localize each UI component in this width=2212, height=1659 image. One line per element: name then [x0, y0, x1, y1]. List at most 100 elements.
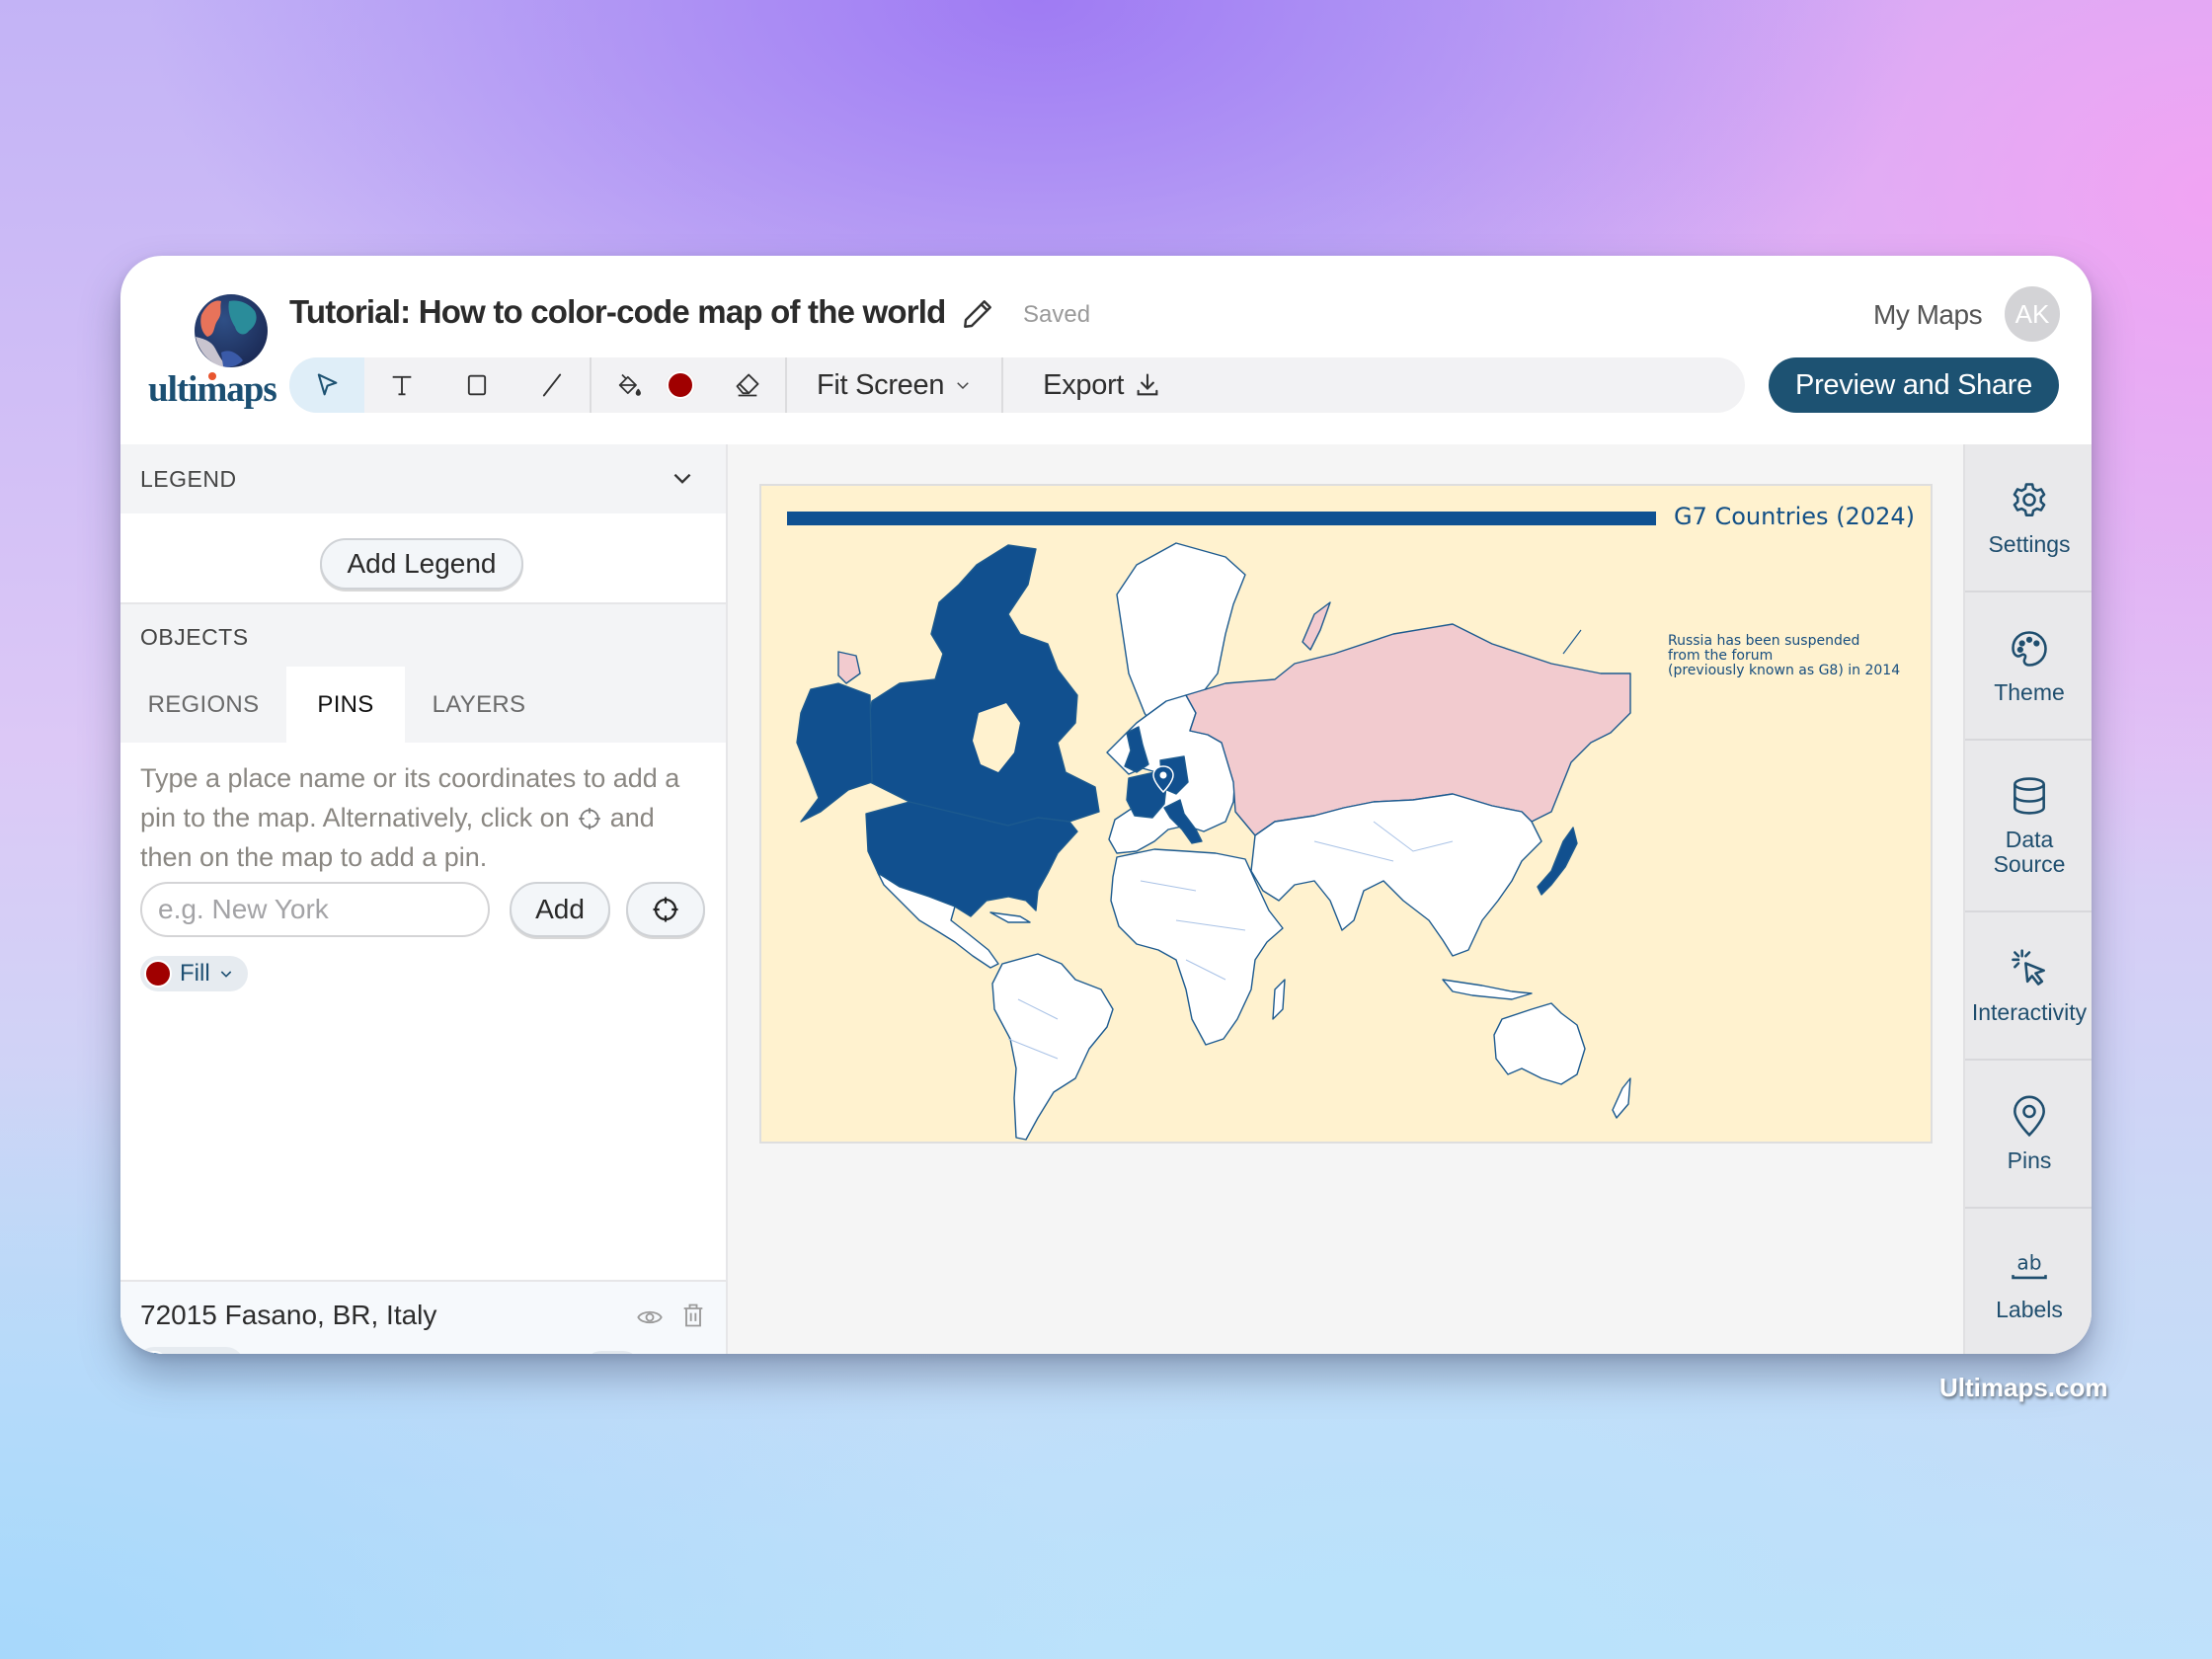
rail-interactivity-button[interactable]: Interactivity [1965, 912, 2092, 1061]
globe-logo-icon [195, 294, 268, 367]
svg-text:ab: ab [2016, 1250, 2041, 1274]
zoom-fit-label: Fit Screen [817, 368, 945, 401]
rail-labels-label: Labels [1996, 1296, 2063, 1322]
color-picker-button[interactable] [657, 357, 704, 413]
chevron-down-icon [957, 382, 969, 390]
pick-on-map-button[interactable] [626, 882, 705, 937]
my-maps-link[interactable]: My Maps [1873, 299, 1983, 331]
region-japan[interactable] [1537, 827, 1578, 896]
style-label: Fill [176, 1351, 206, 1354]
region-australia[interactable] [1493, 1002, 1586, 1085]
export-label: Export [1043, 368, 1125, 401]
map-preview[interactable]: G7 Countries (2024) Russia has been susp… [759, 484, 1933, 1144]
style-label: Fill [180, 960, 210, 987]
eraser-icon [736, 373, 759, 397]
pin-list-item[interactable]: 72015 Fasano, BR, Italy Fill ab [120, 1280, 726, 1354]
pin-color-swatch [144, 960, 172, 988]
rail-settings-button[interactable]: Settings [1965, 444, 2092, 592]
document-title[interactable]: Tutorial: How to color-code map of the w… [289, 293, 946, 331]
watermark-text: Ultimaps.com [1939, 1373, 2108, 1402]
trash-delete-icon[interactable] [679, 1302, 707, 1329]
click-cursor-icon[interactable] [675, 1353, 703, 1354]
legend-header-label: LEGEND [140, 466, 237, 492]
add-legend-button[interactable]: Add Legend [320, 538, 523, 590]
text-icon [392, 375, 412, 396]
rail-settings-label: Settings [1988, 530, 2071, 557]
rail-labels-button[interactable]: ab Labels [1965, 1209, 2092, 1354]
editor-toolbar: Fit Screen Export [289, 357, 1745, 413]
crosshair-icon [579, 808, 601, 830]
color-swatch [667, 371, 694, 399]
tab-regions[interactable]: REGIONS [120, 667, 286, 743]
new-pin-style-dropdown[interactable]: Fill [140, 956, 248, 991]
rail-theme-button[interactable]: Theme [1965, 592, 2092, 741]
legend-section-header[interactable]: LEGEND [120, 444, 726, 514]
eraser-tool-button[interactable] [710, 357, 785, 413]
gear-icon [2013, 482, 2046, 516]
region-alaska[interactable] [796, 682, 873, 823]
user-avatar[interactable]: AK [2005, 286, 2060, 342]
annotation-leader-line [1562, 629, 1582, 655]
pin-style-dropdown[interactable]: Fill [136, 1347, 244, 1354]
region-south-america[interactable] [991, 953, 1114, 1141]
download-icon [1137, 373, 1158, 396]
rail-interactivity-label: Interactivity [1971, 998, 2088, 1025]
map-title[interactable]: G7 Countries (2024) [1674, 503, 1915, 530]
world-map[interactable] [761, 486, 1931, 1142]
pin-location-input[interactable] [140, 882, 490, 937]
select-tool-button[interactable] [289, 357, 364, 413]
rail-data-source-label: Data Source [1993, 827, 2066, 877]
objects-tabs: REGIONS PINS LAYERS [120, 667, 726, 743]
save-status: Saved [1023, 301, 1091, 328]
ultimaps-logo[interactable]: ultimaps [148, 291, 277, 420]
line-icon [542, 373, 562, 397]
region-asia-other[interactable] [1250, 793, 1542, 957]
preview-and-share-button[interactable]: Preview and Share [1769, 357, 2059, 413]
objects-header-label: OBJECTS [140, 624, 249, 650]
objects-panel: LEGEND Add Legend OBJECTS REGIONS PINS L… [120, 444, 728, 1354]
map-canvas-area[interactable]: G7 Countries (2024) Russia has been susp… [728, 444, 1963, 1354]
labels-ab-icon: ab [2012, 1250, 2047, 1279]
pencil-edit-icon[interactable] [960, 296, 995, 332]
fill-tool-button[interactable] [601, 357, 657, 413]
region-russia-chukotka[interactable] [837, 651, 861, 684]
toolbar-divider [590, 357, 592, 413]
pin-name: 72015 Fasano, BR, Italy [140, 1300, 437, 1330]
rail-theme-label: Theme [1994, 678, 2065, 705]
rectangle-tool-button[interactable] [439, 357, 514, 413]
region-caribbean[interactable] [989, 911, 1031, 923]
paint-bucket-icon [618, 373, 641, 396]
tab-layers[interactable]: LAYERS [405, 667, 553, 743]
crosshair-icon [653, 897, 678, 922]
logo-dot [208, 372, 216, 380]
zoom-fit-dropdown[interactable]: Fit Screen [787, 357, 1001, 413]
pin-label-toggle[interactable]: ab [585, 1351, 640, 1354]
tab-pins[interactable]: PINS [286, 667, 405, 743]
objects-section-header: OBJECTS [120, 602, 726, 668]
map-annotation-text[interactable]: Russia has been suspended from the forum… [1668, 634, 1900, 678]
region-russia-islands[interactable] [1302, 601, 1331, 651]
pointer-icon [317, 373, 338, 396]
line-tool-button[interactable] [514, 357, 590, 413]
region-canada[interactable] [863, 544, 1100, 827]
click-cursor-icon [2012, 948, 2045, 986]
map-pin-center [1159, 771, 1167, 779]
map-title-bar [787, 512, 1656, 525]
chevron-down-icon[interactable] [670, 466, 695, 492]
region-indonesia[interactable] [1442, 979, 1533, 1000]
pins-help-text: Type a place name or its coordinates to … [140, 758, 713, 877]
pin-color-swatch [140, 1351, 168, 1354]
region-new-zealand[interactable] [1612, 1077, 1631, 1119]
region-madagascar[interactable] [1272, 979, 1286, 1020]
text-tool-button[interactable] [364, 357, 439, 413]
export-button[interactable]: Export [1003, 357, 1191, 413]
rail-pins-button[interactable]: Pins [1965, 1061, 2092, 1209]
rail-pins-label: Pins [2007, 1146, 2052, 1173]
app-window: ultimaps Tutorial: How to color-code map… [120, 256, 2092, 1354]
right-tool-rail: Settings Theme Data Source Interactivity… [1963, 444, 2092, 1354]
palette-icon [2012, 630, 2047, 667]
rectangle-icon [467, 374, 487, 396]
eye-visibility-icon[interactable] [636, 1304, 664, 1331]
rail-data-source-button[interactable]: Data Source [1965, 741, 2092, 912]
add-pin-button[interactable]: Add [510, 882, 610, 937]
